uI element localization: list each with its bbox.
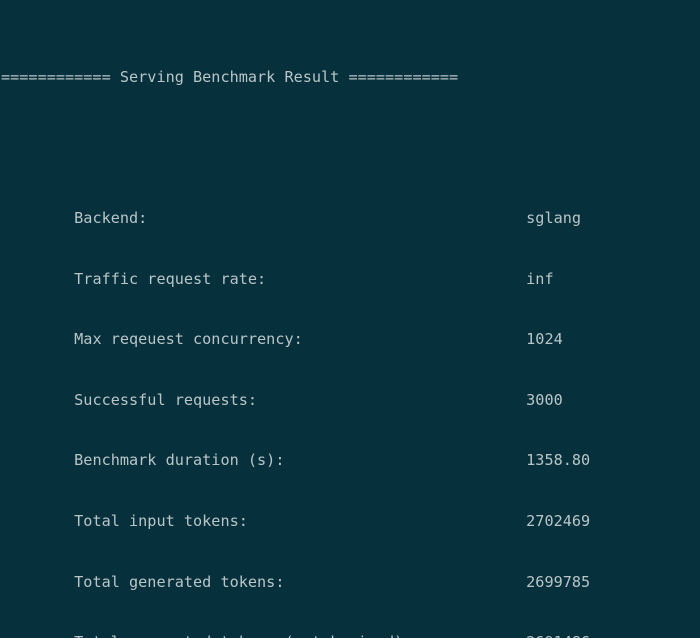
- row-label: Benchmark duration (s):: [74, 451, 285, 470]
- row-label: Successful requests:: [74, 390, 258, 409]
- row-label: Total input tokens:: [74, 511, 248, 530]
- row-value: sglang: [526, 209, 582, 228]
- table-row: Total input tokens: 2702469: [1, 491, 700, 530]
- row-label: Backend:: [74, 209, 148, 228]
- row-label: Total generated tokens (retokenized):: [74, 632, 526, 638]
- table-row: Benchmark duration (s): 1358.80: [1, 430, 700, 469]
- summary-section: Backend: sglang Traffic request rate: inf …: [1, 147, 700, 638]
- table-row: Backend: sglang: [1, 188, 700, 227]
- table-row: Total generated tokens (retokenized):269…: [1, 612, 700, 638]
- row-label: Max reqeuest concurrency:: [74, 330, 303, 349]
- row-label: Traffic request rate:: [74, 269, 267, 288]
- benchmark-title-rule: ============ Serving Benchmark Result ==…: [1, 67, 459, 86]
- row-value: 1024: [526, 330, 563, 349]
- table-row: Total generated tokens: 2699785: [1, 551, 700, 591]
- row-value: 2691486: [526, 632, 590, 638]
- benchmark-output: ============ Serving Benchmark Result ==…: [0, 0, 700, 638]
- row-value: inf: [526, 269, 554, 288]
- table-row: Successful requests: 3000: [1, 370, 700, 409]
- row-value: 2699785: [526, 572, 591, 591]
- row-value: 3000: [526, 390, 563, 409]
- table-row: Traffic request rate: inf: [1, 248, 700, 288]
- row-value: 2702469: [526, 511, 591, 530]
- table-row: Max reqeuest concurrency: 1024: [1, 309, 700, 348]
- row-value: 1358.80: [526, 451, 591, 470]
- terminal-window: ============ Serving Benchmark Result ==…: [0, 0, 700, 638]
- row-label: Total generated tokens:: [74, 572, 285, 591]
